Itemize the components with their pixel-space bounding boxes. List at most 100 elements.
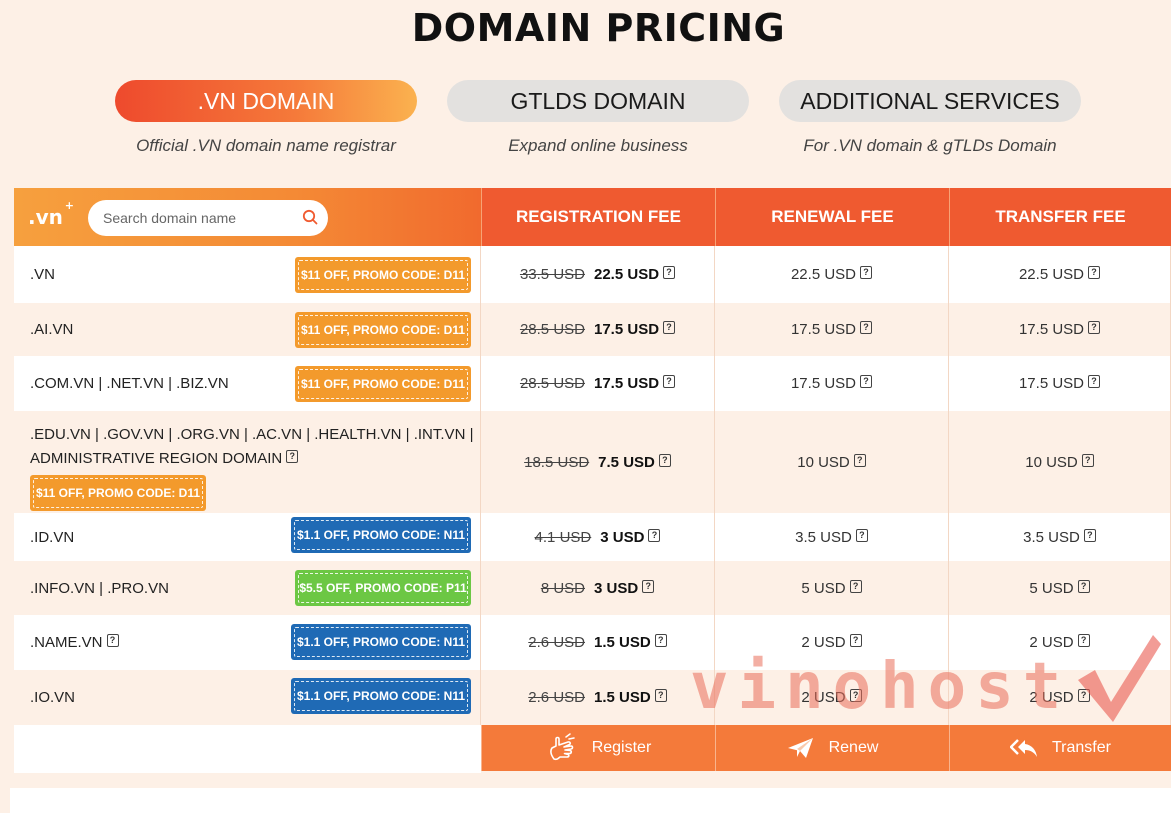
tab-additional-services[interactable]: ADDITIONAL SERVICES bbox=[779, 80, 1081, 122]
table-header: .vn+ REGISTRATION FEE RENEWAL FEE TRANSF… bbox=[14, 188, 1171, 246]
help-icon[interactable]: ? bbox=[642, 579, 655, 593]
new-price: 3 USD bbox=[600, 528, 645, 546]
transfer-fee-cell: 3.5 USD? bbox=[949, 513, 1171, 561]
old-price: 4.1 USD bbox=[534, 528, 592, 546]
help-icon[interactable]: ? bbox=[658, 453, 671, 467]
help-icon[interactable]: ? bbox=[1077, 689, 1090, 702]
renewal-fee-cell: 5 USD? bbox=[715, 561, 949, 615]
table-row: .INFO.VN | .PRO.VN $5.5 OFF, PROMO CODE:… bbox=[14, 561, 1171, 615]
help-icon[interactable]: ? bbox=[286, 450, 299, 463]
table-row: .AI.VN $11 OFF, PROMO CODE: D11 28.5 USD… bbox=[14, 303, 1171, 356]
help-icon[interactable]: ? bbox=[1083, 528, 1096, 542]
old-price: 18.5 USD bbox=[524, 453, 590, 471]
registration-fee-cell: 4.1 USD 3 USD? bbox=[481, 513, 715, 561]
domain-cell: .INFO.VN | .PRO.VN $5.5 OFF, PROMO CODE:… bbox=[14, 561, 481, 615]
table-row: .IO.VN $1.1 OFF, PROMO CODE: N11 2.6 USD… bbox=[14, 670, 1171, 725]
domain-name: .COM.VN | .NET.VN | .BIZ.VN bbox=[30, 375, 229, 392]
registration-fee-cell: 18.5 USD 7.5 USD? bbox=[481, 411, 715, 513]
transfer-fee-header: TRANSFER FEE bbox=[949, 188, 1171, 246]
hand-pointer-icon bbox=[549, 733, 575, 761]
search-box bbox=[88, 200, 328, 236]
help-icon[interactable]: ? bbox=[1088, 375, 1101, 388]
renewal-fee-cell: 10 USD? bbox=[715, 411, 949, 513]
promo-badge[interactable]: $1.1 OFF, PROMO CODE: N11 bbox=[291, 678, 471, 714]
bottom-strip bbox=[10, 788, 1171, 813]
help-icon[interactable]: ? bbox=[849, 634, 862, 647]
help-icon[interactable]: ? bbox=[654, 689, 667, 702]
renewal-fee-cell: 17.5 USD? bbox=[715, 356, 949, 411]
help-icon[interactable]: ? bbox=[1077, 634, 1090, 647]
tab-gtlds-subtitle: Expand online business bbox=[508, 136, 688, 155]
domain-name: .IO.VN bbox=[30, 689, 76, 706]
transfer-fee-cell: 22.5 USD? bbox=[949, 246, 1171, 303]
renewal-fee-cell: 17.5 USD? bbox=[715, 303, 949, 356]
registration-fee-cell: 2.6 USD 1.5 USD? bbox=[481, 615, 715, 670]
domain-name: .ID.VN bbox=[30, 528, 75, 546]
promo-badge[interactable]: $11 OFF, PROMO CODE: D11 bbox=[30, 475, 206, 511]
promo-text: $11 OFF, PROMO CODE: D11 bbox=[33, 478, 203, 508]
promo-badge[interactable]: $1.1 OFF, PROMO CODE: N11 bbox=[291, 517, 471, 553]
help-icon[interactable]: ? bbox=[860, 321, 873, 334]
help-icon[interactable]: ? bbox=[663, 375, 676, 388]
help-icon[interactable]: ? bbox=[860, 375, 873, 388]
help-icon[interactable]: ? bbox=[663, 266, 676, 279]
transfer-price: 17.5 USD bbox=[1018, 375, 1085, 392]
help-icon[interactable]: ? bbox=[648, 528, 661, 542]
transfer-price: 22.5 USD bbox=[1018, 266, 1085, 283]
help-icon[interactable]: ? bbox=[860, 266, 873, 279]
renew-button[interactable]: Renew bbox=[715, 725, 949, 771]
help-icon[interactable]: ? bbox=[855, 528, 868, 542]
new-price: 7.5 USD bbox=[598, 453, 655, 471]
registration-fee-header: REGISTRATION FEE bbox=[481, 188, 715, 246]
new-price: 1.5 USD bbox=[594, 689, 651, 706]
promo-badge[interactable]: $1.1 OFF, PROMO CODE: N11 bbox=[291, 624, 471, 660]
help-icon[interactable]: ? bbox=[1088, 321, 1101, 334]
renewal-fee-cell: 22.5 USD? bbox=[715, 246, 949, 303]
transfer-price: 5 USD bbox=[1029, 579, 1074, 597]
promo-badge[interactable]: $11 OFF, PROMO CODE: D11 bbox=[295, 366, 471, 402]
reply-all-icon bbox=[1010, 739, 1037, 757]
tab-vn-subtitle: Official .VN domain name registrar bbox=[136, 136, 396, 155]
new-price: 17.5 USD bbox=[594, 375, 660, 392]
vn-logo-text: .vn bbox=[28, 205, 63, 229]
help-icon[interactable]: ? bbox=[849, 689, 862, 702]
renewal-price: 2 USD bbox=[801, 689, 846, 706]
promo-badge[interactable]: $11 OFF, PROMO CODE: D11 bbox=[295, 257, 471, 293]
search-input[interactable] bbox=[103, 210, 293, 226]
promo-text: $11 OFF, PROMO CODE: D11 bbox=[298, 260, 468, 290]
search-icon[interactable] bbox=[302, 209, 318, 225]
help-icon[interactable]: ? bbox=[654, 634, 667, 647]
help-icon[interactable]: ? bbox=[663, 321, 676, 334]
new-price: 1.5 USD bbox=[594, 634, 651, 651]
registration-fee-cell: 8 USD 3 USD? bbox=[481, 561, 715, 615]
domain-cell: .NAME.VN? $1.1 OFF, PROMO CODE: N11 bbox=[14, 615, 481, 670]
domain-name: .NAME.VN bbox=[30, 634, 103, 651]
tab-vn-domain[interactable]: .VN DOMAIN bbox=[115, 80, 417, 122]
new-price: 22.5 USD bbox=[594, 266, 660, 283]
register-button[interactable]: Register bbox=[481, 725, 715, 771]
transfer-label: Transfer bbox=[1052, 739, 1111, 756]
tab-gtlds-domain[interactable]: GTLDS DOMAIN bbox=[447, 80, 749, 122]
renewal-price: 22.5 USD bbox=[790, 266, 857, 283]
help-icon[interactable]: ? bbox=[849, 579, 862, 593]
table-row: .VN $11 OFF, PROMO CODE: D11 33.5 USD 22.… bbox=[14, 246, 1171, 303]
transfer-fee-cell: 2 USD? bbox=[949, 615, 1171, 670]
paper-plane-icon bbox=[787, 738, 813, 758]
promo-text: $1.1 OFF, PROMO CODE: N11 bbox=[294, 627, 468, 657]
promo-text: $11 OFF, PROMO CODE: D11 bbox=[298, 369, 468, 399]
help-icon[interactable]: ? bbox=[1077, 579, 1090, 593]
promo-badge[interactable]: $11 OFF, PROMO CODE: D11 bbox=[295, 312, 471, 348]
help-icon[interactable]: ? bbox=[853, 453, 866, 467]
help-icon[interactable]: ? bbox=[1088, 266, 1101, 279]
transfer-button[interactable]: Transfer bbox=[949, 725, 1171, 771]
search-header: .vn + bbox=[14, 188, 481, 246]
domain-name-line2: ADMINISTRATIVE REGION DOMAIN bbox=[30, 450, 283, 467]
renew-label: Renew bbox=[828, 739, 879, 756]
renewal-price: 2 USD bbox=[801, 634, 846, 651]
help-icon[interactable]: ? bbox=[106, 634, 119, 647]
transfer-price: 2 USD bbox=[1029, 634, 1074, 651]
transfer-fee-cell: 17.5 USD? bbox=[949, 356, 1171, 411]
help-icon[interactable]: ? bbox=[1081, 453, 1094, 467]
promo-badge[interactable]: $5.5 OFF, PROMO CODE: P11 bbox=[295, 570, 471, 606]
transfer-fee-cell: 2 USD? bbox=[949, 670, 1171, 725]
